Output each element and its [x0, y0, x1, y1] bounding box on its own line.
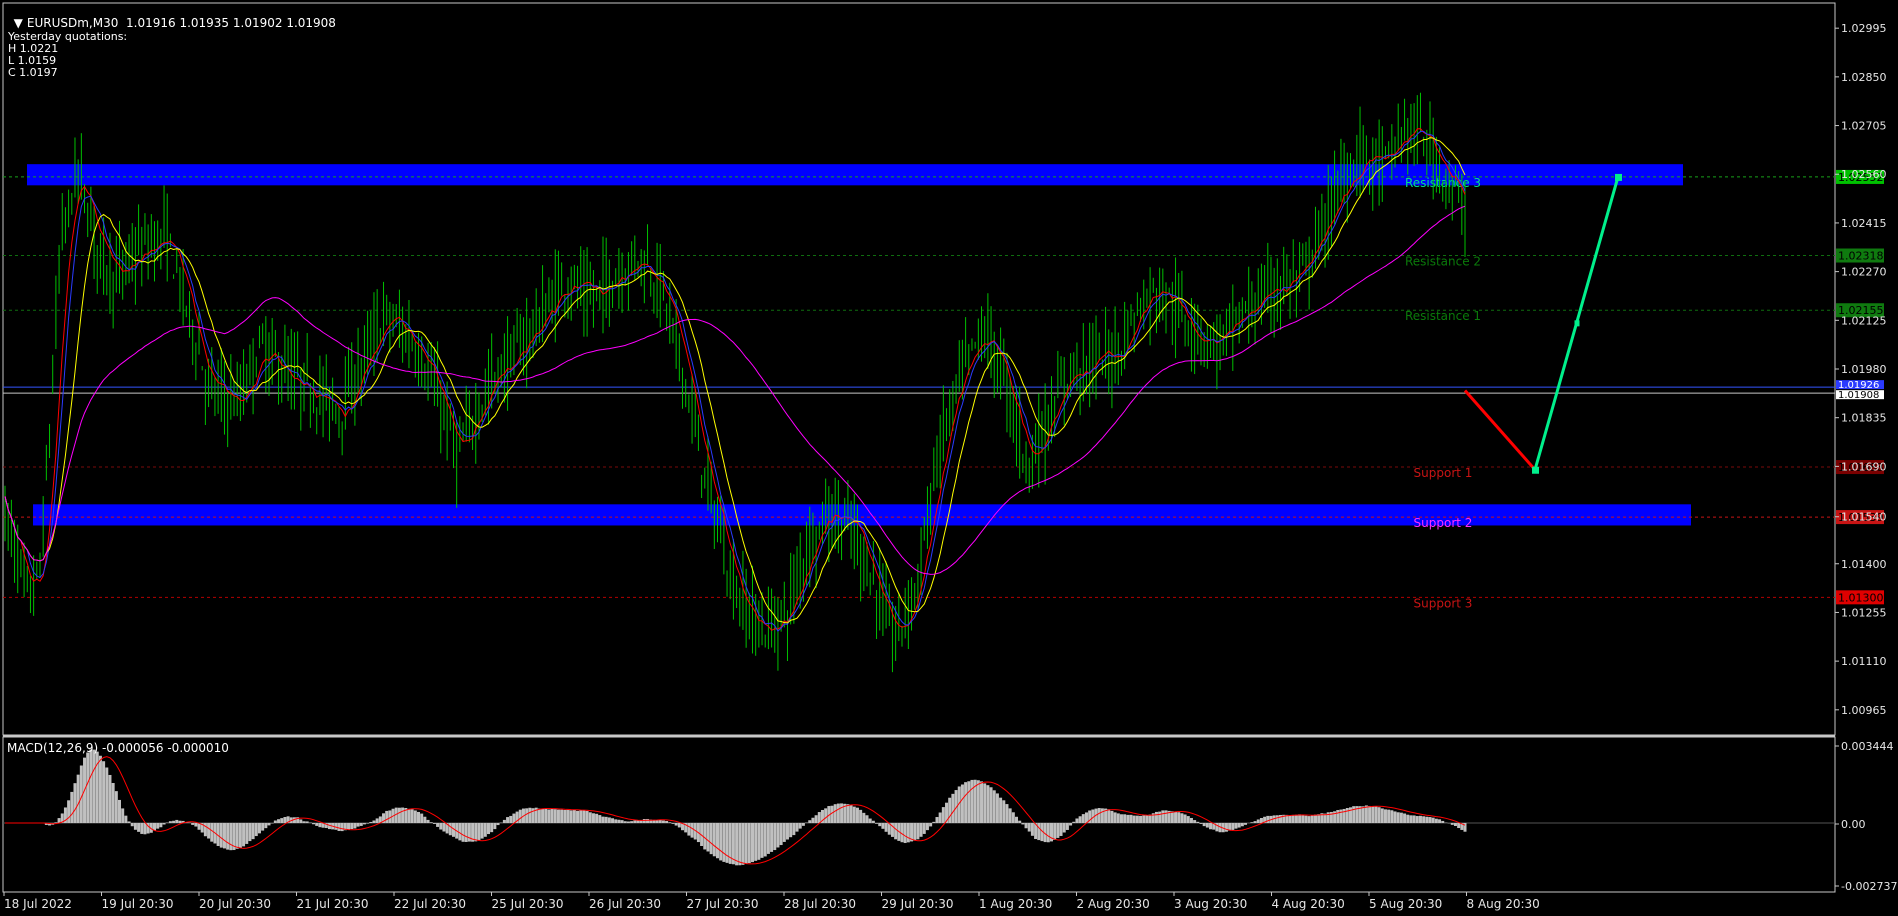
x-tick-label: 22 Jul 20:30	[394, 897, 466, 911]
dropdown-arrow-icon[interactable]: ▼	[14, 17, 23, 29]
level-price-label: 1.02318	[1838, 250, 1884, 263]
macd-tick-label: 0.003444	[1841, 740, 1894, 753]
chart-header: ▼ EURUSDm,M30 1.01916 1.01935 1.01902 1.0…	[6, 5, 336, 29]
y-tick-label: 1.02125	[1841, 314, 1887, 327]
level-label: Resistance 2	[1405, 255, 1481, 269]
symbol-label: EURUSDm,M30	[26, 16, 119, 30]
level-label: Support 2	[1414, 516, 1473, 530]
y-tick-label: 1.01400	[1841, 558, 1887, 571]
x-tick-label: 20 Jul 20:30	[199, 897, 271, 911]
y-tick-label: 1.02270	[1841, 266, 1887, 279]
y-tick-label: 1.00965	[1841, 704, 1887, 717]
level-label: Resistance 1	[1405, 309, 1481, 323]
x-tick-label: 8 Aug 20:30	[1467, 897, 1540, 911]
y-tick-label: 1.02415	[1841, 217, 1887, 230]
x-tick-label: 18 Jul 2022	[4, 897, 72, 911]
x-tick-label: 26 Jul 20:30	[589, 897, 661, 911]
macd-tick-label: -0.002737	[1841, 880, 1897, 893]
y-tick-label: 1.01255	[1841, 606, 1887, 619]
y-tick-label: 1.01690	[1841, 460, 1887, 473]
x-tick-label: 19 Jul 20:30	[102, 897, 174, 911]
yesterday-close: C 1.0197	[8, 66, 58, 79]
x-tick-label: 21 Jul 20:30	[297, 897, 369, 911]
y-tick-label: 1.02705	[1841, 120, 1887, 133]
trading-chart[interactable]: Resistance 3 1.02552Resistance 2 1.02318Re…	[0, 0, 1898, 916]
forecast-node	[1615, 173, 1622, 181]
level-label: Support 3	[1414, 596, 1473, 610]
bid-price-label: 1.01908	[1838, 390, 1879, 401]
y-tick-label: 1.01110	[1841, 655, 1887, 668]
x-tick-label: 5 Aug 20:30	[1369, 897, 1442, 911]
macd-tick-label: 0.00	[1841, 818, 1866, 831]
y-tick-label: 1.02850	[1841, 71, 1887, 84]
y-tick-label: 1.02560	[1841, 168, 1887, 181]
x-tick-label: 25 Jul 20:30	[492, 897, 564, 911]
forecast-node	[1574, 320, 1580, 327]
x-tick-label: 1 Aug 20:30	[979, 897, 1052, 911]
forecast-node	[1532, 466, 1539, 474]
x-tick-label: 4 Aug 20:30	[1272, 897, 1345, 911]
y-tick-label: 1.01835	[1841, 412, 1887, 425]
x-tick-label: 2 Aug 20:30	[1077, 897, 1150, 911]
y-tick-label: 1.01540	[1841, 511, 1887, 524]
x-tick-label: 28 Jul 20:30	[784, 897, 856, 911]
yesterday-quotations: Yesterday quotations: H 1.0221 L 1.0159 …	[8, 31, 127, 79]
y-tick-label: 1.02995	[1841, 22, 1887, 35]
ohlc-readout: 1.01916 1.01935 1.01902 1.01908	[126, 16, 336, 30]
x-tick-label: 27 Jul 20:30	[687, 897, 759, 911]
y-tick-label: 1.01980	[1841, 363, 1887, 376]
level-price-label: 1.01300	[1838, 591, 1884, 604]
x-tick-label: 3 Aug 20:30	[1174, 897, 1247, 911]
macd-title: MACD(12,26,9) -0.000056 -0.000010	[7, 741, 229, 755]
level-label: Support 1	[1414, 466, 1473, 480]
x-tick-label: 29 Jul 20:30	[882, 897, 954, 911]
